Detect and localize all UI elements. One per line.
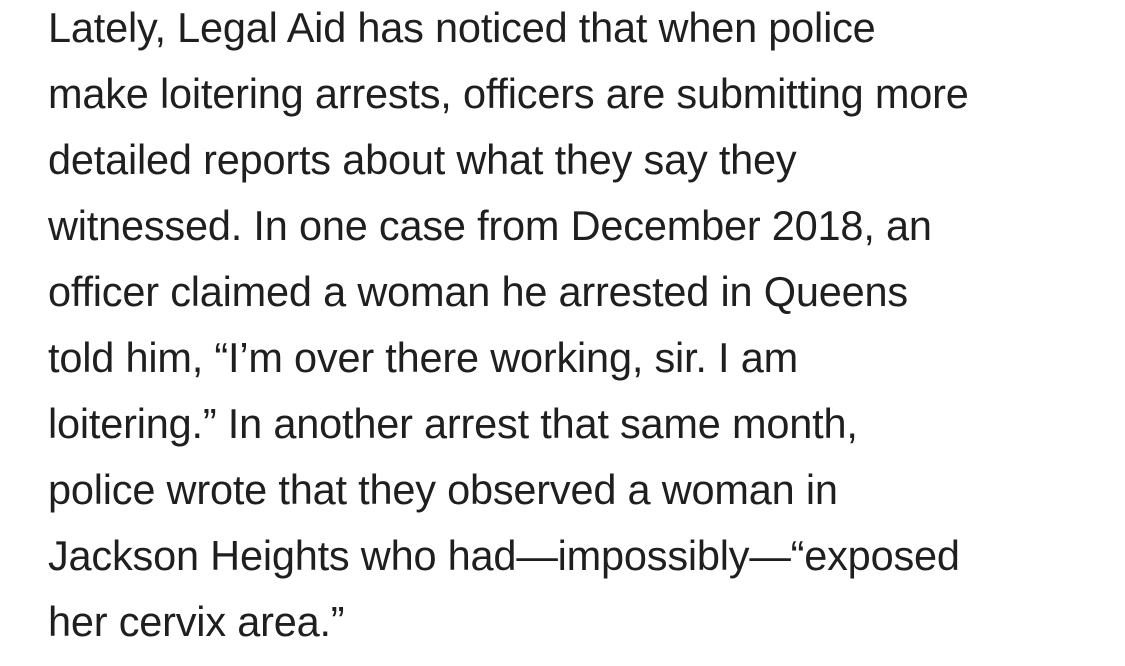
paragraph-line: her cervix area.” [48,598,345,645]
paragraph-line: Jackson Heights who had—impossibly—“expo… [48,532,960,579]
paragraph-line: detailed reports about what they say the… [48,136,797,183]
paragraph-line: loitering.” In another arrest that same … [48,400,858,447]
paragraph-line: told him, “I’m over there working, sir. … [48,334,798,381]
paragraph-line: make loitering arrests, officers are sub… [48,70,969,117]
paragraph-line: Lately, Legal Aid has noticed that when … [48,4,876,51]
article-paragraph: Lately, Legal Aid has noticed that when … [48,0,1108,660]
paragraph-line: witnessed. In one case from December 201… [48,202,932,249]
paragraph-line: officer claimed a woman he arrested in Q… [48,268,908,315]
paragraph-line: police wrote that they observed a woman … [48,466,838,513]
